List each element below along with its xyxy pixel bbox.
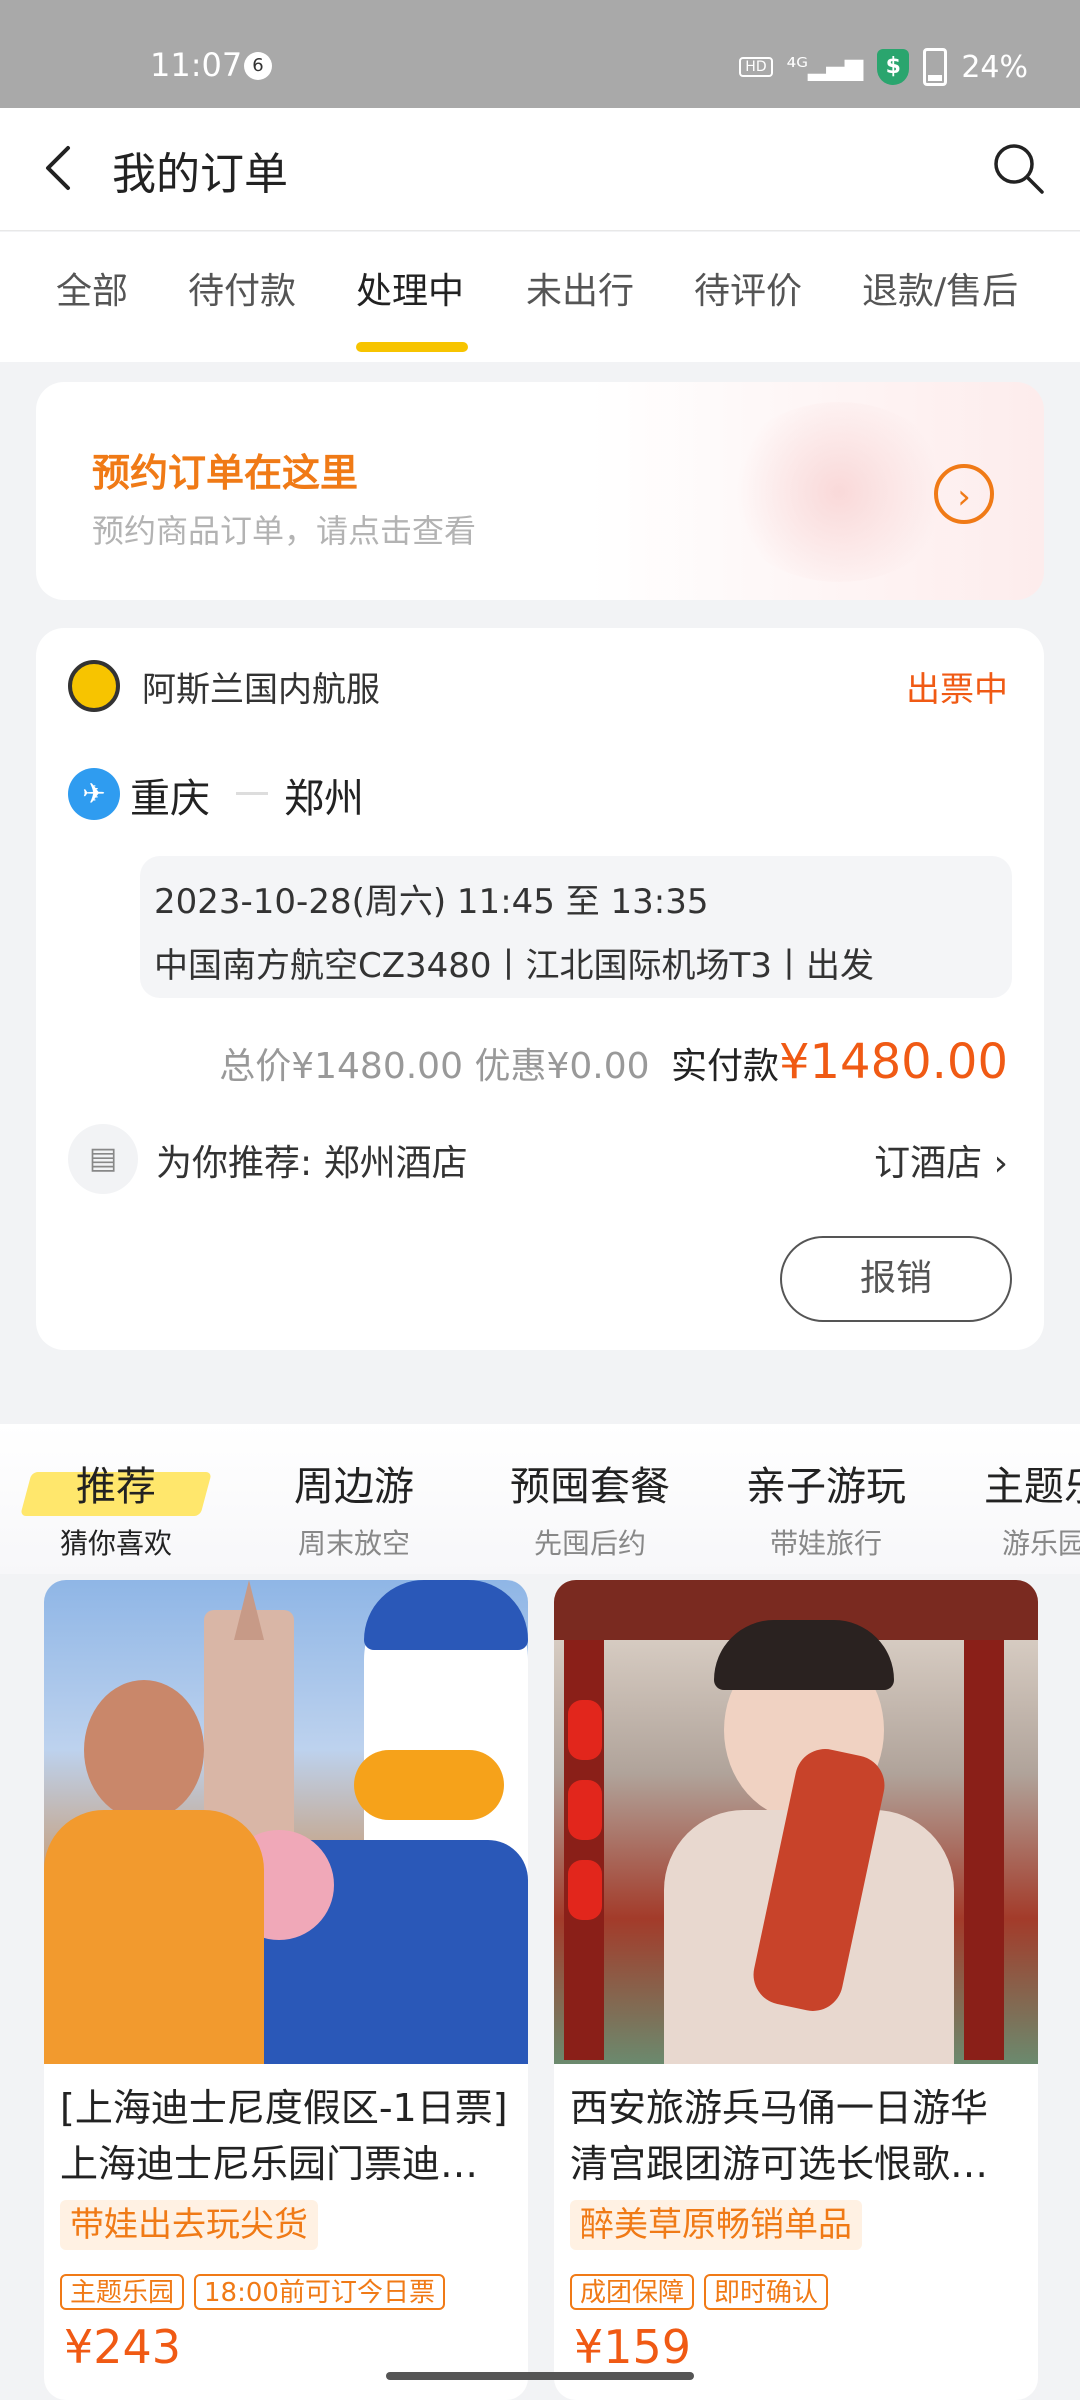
rec-tab-title: 推荐 xyxy=(76,1464,156,1510)
product-price: ¥243 xyxy=(64,2320,182,2374)
rec-tab-subtitle: 游乐园 xyxy=(1001,1527,1080,1560)
battery-icon xyxy=(923,48,948,86)
banner-title: 预约订单在这里 xyxy=(92,451,359,495)
tag-chip: 18:00前可订今日票 xyxy=(194,2274,445,2310)
recommend-tabs: 推荐 猜你喜欢 周边游 周末放空 预囤套餐 先囤后约 亲子游玩 带娃旅行 主题乐… xyxy=(0,1424,1080,1574)
search-icon[interactable] xyxy=(988,138,1048,198)
hd-icon: HD xyxy=(739,57,773,77)
departure-city: 重庆 xyxy=(130,776,210,822)
order-status: 出票中 xyxy=(906,670,1008,710)
rec-tab-subtitle: 周末放空 xyxy=(297,1527,410,1560)
tag-chip: 即时确认 xyxy=(704,2274,829,2310)
total-price: 总价¥1480.00 xyxy=(219,1046,463,1087)
rec-tab-title: 预囤套餐 xyxy=(510,1464,670,1510)
status-bar: 11:07 6 HD ⁴ᴳ▂▄▆ $ 24% xyxy=(0,0,1080,108)
arrival-city: 郑州 xyxy=(284,776,364,822)
security-shield-icon: $ xyxy=(877,49,910,85)
signal-icon: ⁴ᴳ▂▄▆ xyxy=(786,53,864,81)
product-tags: 成团保障 即时确认 xyxy=(570,2274,829,2310)
product-image xyxy=(554,1580,1038,2064)
network-type: ⁴ᴳ xyxy=(786,53,808,81)
status-icons: HD ⁴ᴳ▂▄▆ $ 24% xyxy=(739,48,1028,86)
rec-tab-subtitle: 先囤后约 xyxy=(533,1527,646,1560)
product-card[interactable]: [上海迪士尼度假区-1日票] 上海迪士尼乐园门票迪… 带娃出去玩尖货 主题乐园 … xyxy=(44,1580,528,2400)
chevron-right-icon: › xyxy=(993,1143,1008,1184)
rec-tab-subtitle: 猜你喜欢 xyxy=(60,1527,173,1560)
discount: 优惠¥0.00 xyxy=(474,1046,650,1087)
page-title: 我的订单 xyxy=(112,149,288,200)
flight-datetime: 2023-10-28(周六) 11:45 至 13:35 xyxy=(154,882,709,922)
rec-tab-recommend[interactable]: 推荐 猜你喜欢 xyxy=(60,1454,172,1562)
paid-amount: ¥1480.00 xyxy=(778,1034,1008,1090)
top-header: 我的订单 xyxy=(0,108,1080,231)
tab-processing[interactable]: 处理中 xyxy=(356,262,464,314)
tab-pending-payment[interactable]: 待付款 xyxy=(188,262,296,314)
rec-tab-title: 主题乐 xyxy=(984,1464,1080,1510)
shop-logo-icon xyxy=(68,660,120,712)
rec-tab-nearby[interactable]: 周边游 周末放空 xyxy=(294,1454,414,1562)
tab-to-review[interactable]: 待评价 xyxy=(694,262,802,314)
battery-percent: 24% xyxy=(961,49,1028,85)
book-hotel-label: 订酒店 xyxy=(874,1143,983,1184)
tag-chip: 主题乐园 xyxy=(60,2274,185,2310)
promo-label: 醉美草原畅销单品 xyxy=(570,2200,862,2250)
tab-not-traveled[interactable]: 未出行 xyxy=(526,262,634,314)
order-card[interactable]: 阿斯兰国内航服 出票中 ✈ 重庆 郑州 2023-10-28(周六) 11:45… xyxy=(36,628,1044,1350)
price-row: 总价¥1480.00 优惠¥0.00 实付款¥1480.00 xyxy=(219,1034,1008,1090)
reimburse-button[interactable]: 报销 xyxy=(780,1236,1012,1322)
hotel-icon: ▤ xyxy=(68,1124,138,1194)
product-image xyxy=(44,1580,528,2064)
status-time: 11:07 xyxy=(150,46,243,84)
product-tags: 主题乐园 18:00前可订今日票 xyxy=(60,2274,445,2310)
shop-name: 阿斯兰国内航服 xyxy=(142,670,380,710)
notification-badge: 6 xyxy=(244,52,272,80)
tab-all[interactable]: 全部 xyxy=(56,262,128,314)
rec-tab-packages[interactable]: 预囤套餐 先囤后约 xyxy=(510,1454,670,1562)
tag-chip: 成团保障 xyxy=(570,2274,695,2310)
book-hotel-link[interactable]: 订酒店 › xyxy=(874,1134,1008,1186)
paid-label: 实付款 xyxy=(670,1046,779,1087)
recommend-text: 为你推荐: 郑州酒店 xyxy=(156,1143,468,1184)
chevron-right-circle-icon[interactable]: › xyxy=(934,464,994,524)
rec-tab-subtitle: 带娃旅行 xyxy=(769,1527,882,1560)
tab-refund[interactable]: 退款/售后 xyxy=(862,262,1018,314)
rec-tab-theme-park[interactable]: 主题乐 游乐园 xyxy=(984,1454,1080,1562)
route-dash xyxy=(236,792,268,795)
product-name: 西安旅游兵马俑一日游华 清宫跟团游可选长恨歌… xyxy=(570,2086,989,2186)
rec-tab-title: 周边游 xyxy=(294,1464,414,1510)
flight-info-box: 2023-10-28(周六) 11:45 至 13:35 中国南方航空CZ348… xyxy=(140,856,1012,998)
promo-label: 带娃出去玩尖货 xyxy=(60,2200,318,2250)
rec-tab-family[interactable]: 亲子游玩 带娃旅行 xyxy=(746,1454,906,1562)
airplane-icon: ✈ xyxy=(68,768,120,820)
product-card[interactable]: 西安旅游兵马俑一日游华 清宫跟团游可选长恨歌… 醉美草原畅销单品 成团保障 即时… xyxy=(554,1580,1038,2400)
active-tab-indicator xyxy=(356,342,468,352)
product-price: ¥159 xyxy=(574,2320,692,2374)
banner-decoration xyxy=(724,402,954,582)
back-arrow-icon[interactable] xyxy=(30,138,90,198)
product-name: [上海迪士尼度假区-1日票] 上海迪士尼乐园门票迪… xyxy=(60,2086,508,2186)
flight-details: 中国南方航空CZ3480丨江北国际机场T3丨出发 xyxy=(154,946,874,986)
home-indicator[interactable] xyxy=(386,2372,694,2380)
banner-subtitle: 预约商品订单，请点击查看 xyxy=(92,512,477,550)
rec-tab-title: 亲子游玩 xyxy=(746,1464,906,1510)
order-status-tabs: 全部 待付款 处理中 未出行 待评价 退款/售后 xyxy=(0,232,1080,362)
reservation-banner[interactable]: 预约订单在这里 预约商品订单，请点击查看 › xyxy=(36,382,1044,600)
